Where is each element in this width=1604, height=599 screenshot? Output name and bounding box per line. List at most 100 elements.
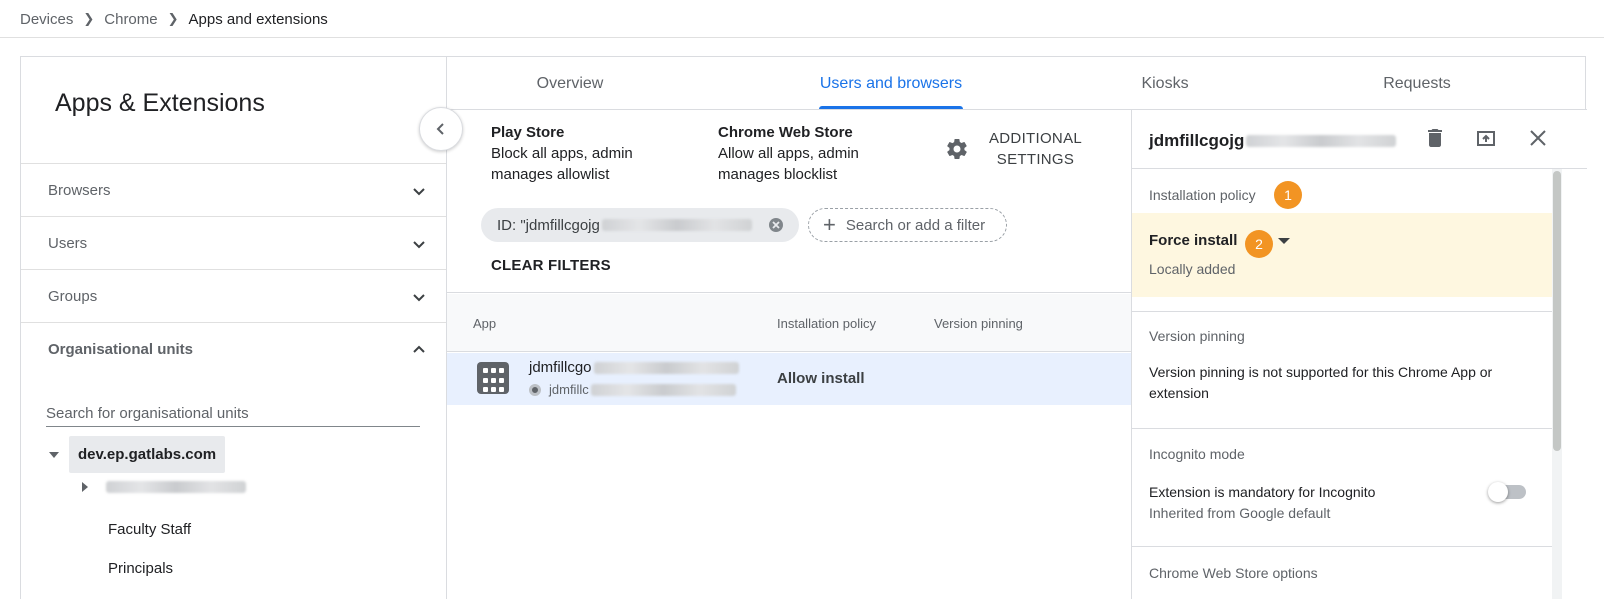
play-store-line1: Block all apps, admin — [491, 145, 633, 162]
collapse-panel-button[interactable] — [419, 107, 463, 151]
tab-kiosks[interactable]: Kiosks — [1095, 57, 1235, 110]
chrome-icon — [529, 383, 541, 396]
force-install-value: Force install — [1149, 232, 1238, 249]
web-store-line2: manages blocklist — [718, 166, 838, 183]
web-store-title: Chrome Web Store — [718, 124, 853, 141]
dropdown-arrow-icon[interactable] — [1278, 238, 1290, 244]
filter-chip-id[interactable]: ID: "jdmfillcgojg — [481, 208, 799, 242]
table-header: App Installation policy Version pinning — [447, 294, 1131, 352]
row-installation-policy: Allow install — [777, 370, 865, 387]
incognito-inherited-text: Inherited from Google default — [1149, 505, 1331, 521]
detail-header: jdmfillcgojg — [1132, 110, 1587, 169]
app-detail-pane: jdmfillcgojg Installation policy 1 Force… — [1131, 110, 1587, 599]
divider — [1132, 311, 1552, 312]
tab-requests[interactable]: Requests — [1347, 57, 1487, 110]
row-app-name: jdmfillcgo — [529, 359, 739, 376]
section-browsers[interactable]: Browsers — [21, 163, 447, 217]
column-header-policy[interactable]: Installation policy — [777, 316, 876, 331]
gear-icon — [947, 138, 967, 160]
row-app-name-text: jdmfillcgo — [529, 359, 592, 376]
tab-overview[interactable]: Overview — [487, 57, 653, 110]
chevron-down-icon — [413, 240, 425, 248]
tree-child-redacted[interactable] — [80, 481, 246, 493]
breadcrumb-current: Apps and extensions — [188, 10, 328, 28]
play-store-title: Play Store — [491, 124, 565, 141]
column-header-app[interactable]: App — [473, 316, 496, 331]
tree-root-label[interactable]: dev.ep.gatlabs.com — [69, 436, 226, 473]
plus-icon: + — [823, 212, 836, 237]
redacted-text — [1246, 135, 1397, 147]
add-filter-placeholder: Search or add a filter — [845, 216, 986, 234]
main-content: Overview Users and browsers Kiosks Reque… — [446, 56, 1587, 599]
detail-title: jdmfillcgojg — [1149, 131, 1397, 151]
web-store-line1: Allow all apps, admin — [718, 145, 859, 162]
header-divider — [0, 37, 1604, 38]
tree-root[interactable]: dev.ep.gatlabs.com — [49, 436, 226, 473]
section-browsers-label: Browsers — [48, 182, 111, 199]
section-users[interactable]: Users — [21, 216, 447, 270]
detail-scrollbar[interactable] — [1552, 169, 1562, 599]
detail-title-text: jdmfillcgojg — [1149, 131, 1245, 150]
row-app-id-text: jdmfillc — [549, 382, 589, 397]
breadcrumb-separator-icon: ❯ — [167, 11, 179, 26]
clear-filters-button[interactable]: CLEAR FILTERS — [491, 257, 611, 274]
breadcrumb-chrome[interactable]: Chrome — [104, 11, 157, 28]
section-org-units-label: Organisational units — [48, 341, 194, 358]
redacted-text — [601, 219, 752, 231]
tree-leaf-principals[interactable]: Principals — [108, 560, 173, 577]
store-settings: Play Store Block all apps, admin manages… — [447, 110, 1131, 293]
web-store-setting[interactable]: Chrome Web Store Allow all apps, admin m… — [718, 122, 859, 185]
remove-filter-icon[interactable] — [767, 216, 785, 234]
tab-users-and-browsers[interactable]: Users and browsers — [797, 57, 985, 110]
table-row[interactable]: jdmfillcgo jdmfillc Allow install — [447, 353, 1131, 405]
incognito-mode-text: Extension is mandatory for Incognito — [1149, 484, 1376, 500]
tree-leaf-faculty[interactable]: Faculty Staff — [108, 521, 191, 538]
scrollbar-thumb[interactable] — [1553, 171, 1561, 451]
breadcrumb-separator-icon: ❯ — [83, 11, 95, 26]
panel-title: Apps & Extensions — [55, 89, 265, 117]
play-store-setting[interactable]: Play Store Block all apps, admin manages… — [491, 122, 633, 185]
step-badge-2: 2 — [1245, 230, 1273, 258]
redacted-text — [106, 481, 246, 493]
version-pinning-text: Version pinning is not supported for thi… — [1149, 364, 1493, 401]
chevron-left-icon — [436, 123, 444, 135]
locally-added-text: Locally added — [1149, 261, 1236, 277]
open-in-new-icon[interactable] — [1474, 126, 1498, 150]
section-users-label: Users — [48, 235, 88, 252]
filter-chip-text: ID: "jdmfillcgojg — [497, 216, 600, 234]
redacted-text — [590, 383, 736, 396]
section-groups[interactable]: Groups — [21, 269, 447, 323]
incognito-mode-label: Incognito mode — [1149, 446, 1245, 462]
toggle-knob — [1488, 482, 1508, 502]
left-panel: Apps & Extensions Browsers Users Groups … — [20, 56, 447, 599]
additional-settings-line1: ADDITIONAL — [989, 130, 1083, 147]
incognito-toggle[interactable] — [1488, 482, 1526, 502]
caret-right-icon[interactable] — [80, 482, 90, 492]
chevron-up-icon — [413, 345, 425, 353]
close-icon[interactable] — [1526, 126, 1550, 150]
column-header-pinning[interactable]: Version pinning — [934, 316, 1023, 331]
additional-settings-button[interactable]: ADDITIONAL SETTINGS — [945, 128, 1082, 170]
breadcrumb-devices[interactable]: Devices — [20, 11, 73, 28]
active-tab-indicator — [819, 106, 963, 109]
additional-settings-label: ADDITIONAL SETTINGS — [989, 128, 1082, 170]
breadcrumb: Devices ❯ Chrome ❯ Apps and extensions — [20, 9, 328, 29]
tab-bar: Overview Users and browsers Kiosks Reque… — [447, 57, 1587, 110]
caret-down-icon[interactable] — [49, 450, 59, 460]
chevron-down-icon — [413, 293, 425, 301]
additional-settings-line2: SETTINGS — [996, 151, 1075, 168]
row-app-id: jdmfillc — [529, 382, 736, 397]
org-unit-search-input[interactable] — [46, 401, 420, 427]
version-pinning-label: Version pinning — [1149, 328, 1245, 344]
add-filter-input[interactable]: + Search or add a filter — [808, 208, 1007, 242]
app-grid-icon — [477, 362, 509, 394]
delete-icon[interactable] — [1423, 126, 1447, 150]
installation-policy-label: Installation policy — [1149, 187, 1256, 203]
section-org-units[interactable]: Organisational units — [21, 322, 447, 376]
chrome-web-store-options-label: Chrome Web Store options — [1149, 565, 1318, 581]
chevron-down-icon — [413, 187, 425, 195]
step-badge-1: 1 — [1274, 181, 1302, 209]
installation-policy-dropdown[interactable]: Force install 2 Locally added — [1132, 213, 1552, 297]
section-groups-label: Groups — [48, 288, 98, 305]
play-store-line2: manages allowlist — [491, 166, 610, 183]
